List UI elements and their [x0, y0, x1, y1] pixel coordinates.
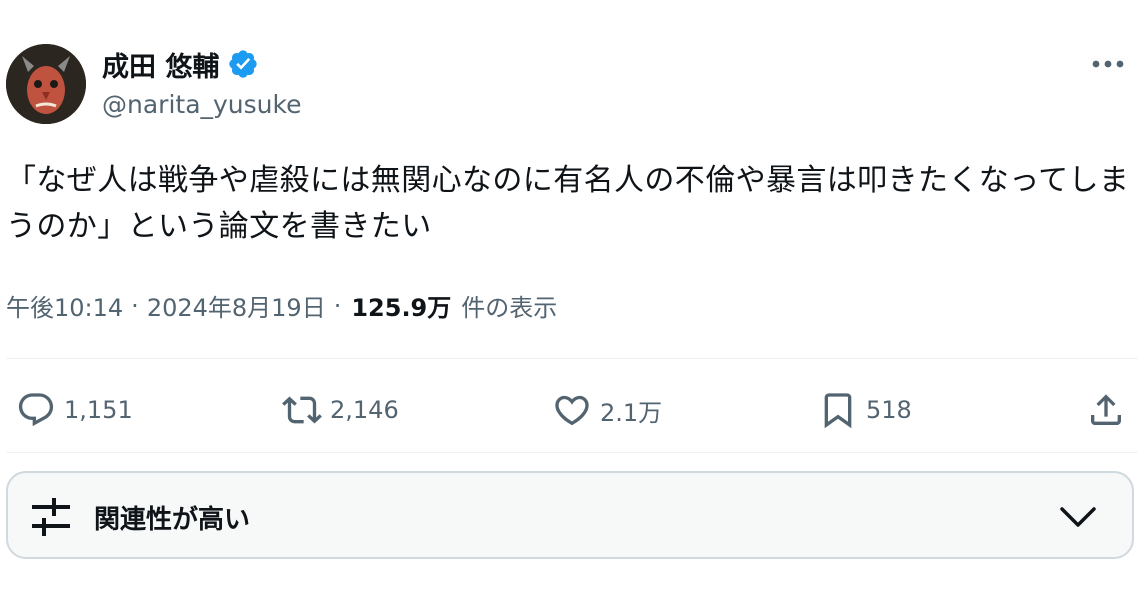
like-button[interactable]: 2.1万	[552, 380, 662, 440]
tweet-text: 「なぜ人は戦争や虐殺には無関心なのに有名人の不倫や暴言は叩きたくなってしまうのか…	[6, 163, 1130, 244]
action-bar: 1,151 2,146 2.1万 518	[0, 380, 1138, 440]
views-count[interactable]: 125.9万	[351, 288, 451, 323]
reply-button[interactable]: 1,151	[16, 380, 133, 440]
repost-icon	[282, 396, 322, 424]
bookmark-icon	[824, 393, 852, 429]
sliders-icon	[32, 498, 70, 536]
avatar-image	[6, 44, 86, 124]
repost-count: 2,146	[330, 396, 399, 424]
reply-sort-dropdown[interactable]: 関連性が高い	[6, 471, 1134, 559]
bookmark-button[interactable]: 518	[818, 380, 912, 440]
bookmark-count: 518	[866, 396, 912, 424]
divider	[6, 358, 1138, 359]
meta-separator: ·	[333, 291, 342, 320]
like-count: 2.1万	[600, 398, 663, 427]
tweet-time[interactable]: 午後10:14	[6, 288, 123, 323]
reply-icon	[18, 393, 54, 427]
author-display-name[interactable]: 成田 悠輔	[102, 45, 219, 84]
share-icon	[1091, 394, 1121, 425]
meta-separator: ·	[131, 291, 139, 320]
divider	[6, 452, 1138, 453]
tweet-date[interactable]: 2024年8月19日	[147, 288, 326, 323]
tweet-meta: 午後10:14 · 2024年8月19日 · 125.9万 件の表示	[6, 288, 557, 323]
author-handle[interactable]: @narita_yusuke	[102, 90, 302, 119]
avatar[interactable]	[6, 44, 86, 124]
repost-button[interactable]: 2,146	[282, 380, 399, 440]
more-options-icon[interactable]	[1088, 50, 1128, 78]
heart-icon	[555, 395, 589, 426]
reply-count: 1,151	[64, 396, 133, 424]
verified-badge-icon[interactable]	[227, 48, 259, 80]
author-name-row: 成田 悠輔	[102, 45, 259, 84]
views-label: 件の表示	[461, 294, 558, 322]
sort-label: 関連性が高い	[94, 505, 251, 535]
chevron-down-icon	[1060, 507, 1096, 527]
share-button[interactable]	[1086, 380, 1126, 440]
